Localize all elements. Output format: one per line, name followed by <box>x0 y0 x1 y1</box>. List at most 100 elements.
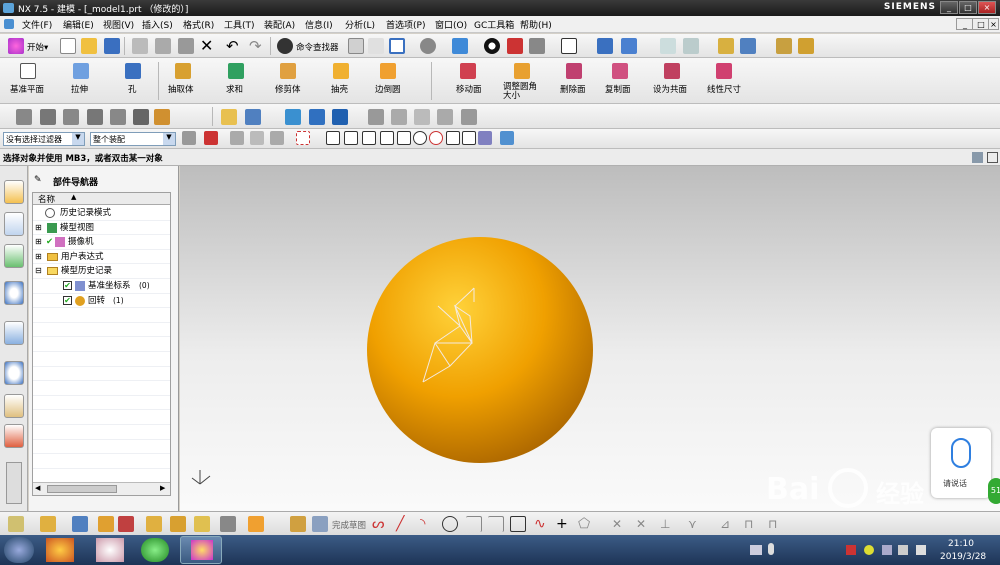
menu-info[interactable]: 信息(I) <box>305 18 333 31</box>
pin-icon[interactable]: ✎ <box>34 175 42 185</box>
sync-icon-6[interactable] <box>133 109 149 125</box>
scroll-right-icon[interactable]: ▶ <box>160 484 165 492</box>
checkbox-checked-icon[interactable]: ✔ <box>63 295 72 305</box>
unite-icon[interactable] <box>228 63 244 79</box>
snap-body-icon[interactable] <box>500 131 514 145</box>
graphics-window[interactable]: 请说话 51 <box>180 166 1000 511</box>
rectangle-icon[interactable] <box>510 516 526 532</box>
menu-view[interactable]: 视图(V) <box>103 18 134 31</box>
snap-end-icon[interactable] <box>344 131 358 145</box>
edge-blend-icon[interactable] <box>380 63 396 79</box>
red-cube-icon[interactable] <box>507 38 523 54</box>
finish-sketch-icon[interactable] <box>312 516 328 532</box>
resize-blend-icon[interactable] <box>514 63 530 79</box>
menu-edit[interactable]: 编辑(E) <box>63 18 94 31</box>
sync-icon-4[interactable] <box>87 109 103 125</box>
shading-mode-icon[interactable] <box>484 38 500 54</box>
keyboard-icon[interactable] <box>750 545 762 555</box>
expand-icon[interactable]: ⊞ <box>35 221 42 235</box>
browser-icon[interactable] <box>141 538 169 562</box>
shaded-cube-icon[interactable] <box>452 38 468 54</box>
clock-tab[interactable] <box>4 361 24 385</box>
datum-plane-icon[interactable] <box>20 63 36 79</box>
snap-center-icon[interactable] <box>413 131 427 145</box>
wcs-icon[interactable] <box>621 38 637 54</box>
menu-format[interactable]: 格式(R) <box>183 18 214 31</box>
menu-help[interactable]: 帮助(H) <box>520 18 552 31</box>
bottom-tool-icon-9[interactable] <box>220 516 236 532</box>
tray-icon-3[interactable] <box>882 545 892 555</box>
scope-select[interactable]: 整个装配 ▼ <box>90 132 176 146</box>
select-tool-icon-1[interactable] <box>230 131 244 145</box>
snap-mid-icon[interactable] <box>362 131 376 145</box>
panel-restore-icon[interactable] <box>972 152 983 163</box>
paint-icon[interactable] <box>96 538 124 562</box>
snap-quadrant-icon[interactable] <box>429 131 443 145</box>
edge-blend-button[interactable]: 边倒圆 <box>375 83 401 95</box>
menu-preferences[interactable]: 首选项(P) <box>386 18 425 31</box>
expand-icon[interactable]: ⊞ <box>35 235 42 249</box>
bottom-tool-icon-5[interactable] <box>118 516 134 532</box>
trim-body-icon[interactable] <box>280 63 296 79</box>
tree-row-model-history[interactable]: ⊟ 模型历史记录 <box>33 264 170 279</box>
snap-icon[interactable] <box>204 131 218 145</box>
history-palette-tab[interactable] <box>4 321 24 345</box>
arrow-icon-1[interactable] <box>285 109 301 125</box>
process-studio-tab[interactable] <box>4 394 24 418</box>
mic-tray-icon[interactable] <box>768 543 774 555</box>
doc-close-button[interactable]: × <box>988 18 999 30</box>
copy-icon[interactable] <box>155 38 171 54</box>
side-badge-icon[interactable]: 51 <box>988 478 1000 504</box>
snap-intersect-icon[interactable] <box>397 131 411 145</box>
pencil-icon[interactable] <box>221 109 237 125</box>
constraint-icon[interactable]: ⊓ <box>768 516 784 532</box>
tree-row-model-views[interactable]: ⊞ 模型视图 <box>33 221 170 236</box>
sync-icon-7[interactable] <box>154 109 170 125</box>
voice-assistant-widget[interactable]: 请说话 <box>931 428 991 498</box>
delete-face-button[interactable]: 删除面 <box>560 83 586 95</box>
collapse-icon[interactable]: ⊟ <box>35 264 42 278</box>
extrude-icon[interactable] <box>73 63 89 79</box>
grey-cube-icon[interactable] <box>529 38 545 54</box>
move-face-button[interactable]: 移动面 <box>456 83 482 95</box>
sphere-body[interactable] <box>367 237 593 463</box>
motion-icon[interactable] <box>740 38 756 54</box>
sync-icon-2[interactable] <box>40 109 56 125</box>
chamfer-icon[interactable] <box>488 516 504 532</box>
sync-icon-1[interactable] <box>16 109 32 125</box>
clock-date[interactable]: 2019/3/28 <box>940 552 986 562</box>
grey-tool-icon-2[interactable] <box>391 109 407 125</box>
copy-face-icon[interactable] <box>612 63 628 79</box>
linear-dimension-icon[interactable] <box>716 63 732 79</box>
circle-icon[interactable] <box>442 516 458 532</box>
resize-blend-button[interactable]: 调整圆角大小 <box>503 83 543 101</box>
spline-icon[interactable]: ∿ <box>534 516 550 532</box>
tray-icon-2[interactable] <box>864 545 874 555</box>
move-face-icon[interactable] <box>460 63 476 79</box>
undo-icon[interactable]: ↶ <box>226 38 242 54</box>
expand-icon[interactable]: ⊞ <box>35 250 42 264</box>
sync-icon-3[interactable] <box>63 109 79 125</box>
snap-control-icon[interactable] <box>380 131 394 145</box>
extend-icon[interactable]: ✕ <box>636 516 652 532</box>
tree-row-history-mode[interactable]: 历史记录模式 <box>33 206 170 221</box>
constraint-icon[interactable] <box>683 38 699 54</box>
network-icon[interactable] <box>898 545 908 555</box>
lightning-icon[interactable] <box>718 38 734 54</box>
assembly-icon[interactable] <box>660 38 676 54</box>
arrow-icon-3[interactable] <box>332 109 348 125</box>
bottom-tool-icon-3[interactable] <box>72 516 88 532</box>
copy-face-button[interactable]: 复制面 <box>605 83 631 95</box>
make-coplanar-icon[interactable] <box>664 63 680 79</box>
menu-gc-toolkit[interactable]: GC工具箱 <box>474 18 514 31</box>
panel-close-icon[interactable] <box>987 152 998 163</box>
window-dropdown-icon[interactable] <box>368 38 384 54</box>
scroll-left-icon[interactable]: ◀ <box>35 484 40 492</box>
type-filter-select[interactable]: 没有选择过滤器 ▼ <box>3 132 85 146</box>
sketch-icon[interactable] <box>290 516 306 532</box>
select-tool-icon-3[interactable] <box>270 131 284 145</box>
scroll-thumb[interactable] <box>47 485 117 493</box>
arc-icon[interactable]: ◝ <box>420 516 436 532</box>
web-browser-tab[interactable] <box>4 281 24 305</box>
dimension-icon[interactable]: ⊓ <box>744 516 760 532</box>
